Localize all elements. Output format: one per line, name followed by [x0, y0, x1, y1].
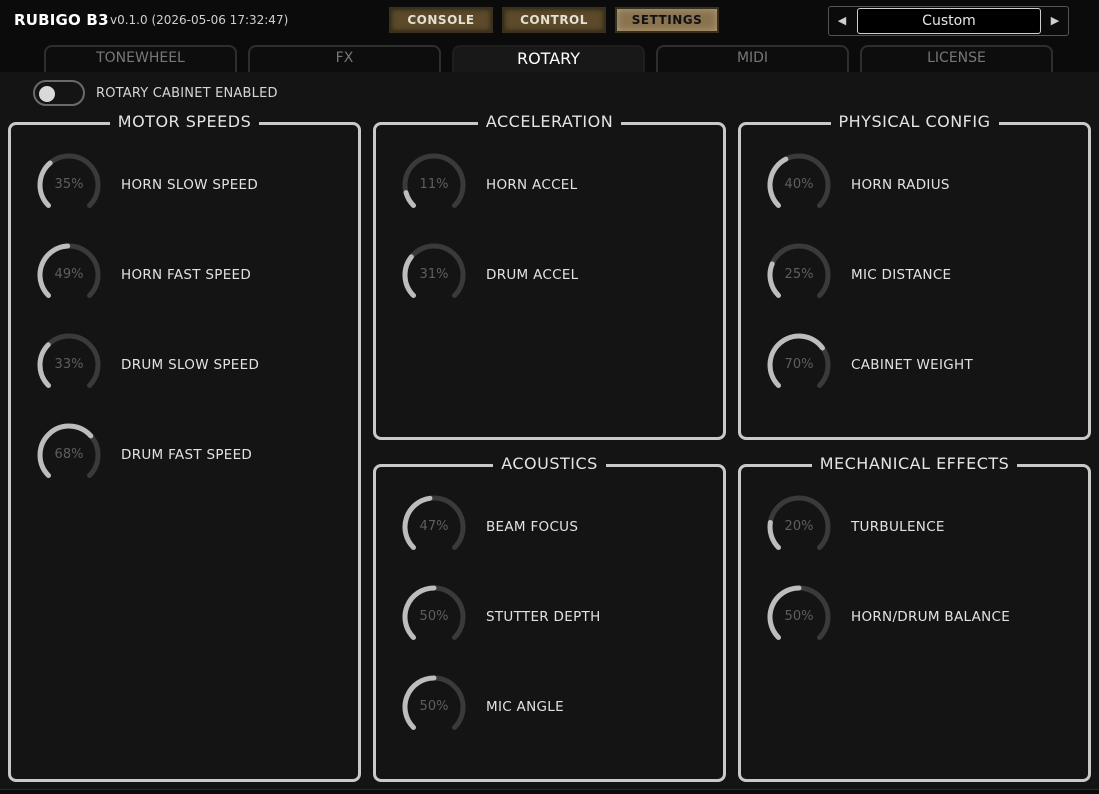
toggle-knob	[39, 86, 55, 102]
knob-label: MIC DISTANCE	[851, 267, 952, 283]
knob-row: 50% HORN/DRUM BALANCE	[767, 585, 1067, 649]
knob-label: DRUM SLOW SPEED	[121, 357, 260, 373]
tab-license[interactable]: LICENSE	[860, 45, 1053, 72]
app-name: RUBIGO B3	[14, 11, 109, 29]
preset-name[interactable]: Custom	[857, 8, 1041, 34]
panel-title: ACOUSTICS	[493, 454, 606, 473]
panel-acoustics: ACOUSTICS 47% BEAM FOCUS 50% STUTTER DEPTH 5…	[373, 454, 726, 782]
tab-fx[interactable]: FX	[248, 45, 441, 72]
knob-row: 35% HORN SLOW SPEED	[37, 153, 337, 217]
settings-button[interactable]: SETTINGS	[615, 7, 719, 33]
console-button[interactable]: CONSOLE	[389, 7, 493, 33]
knob-row: 11% HORN ACCEL	[402, 153, 702, 217]
knob-row: 50% MIC ANGLE	[402, 675, 702, 739]
knob-value: 68%	[54, 447, 84, 462]
knob-label: TURBULENCE	[851, 519, 945, 535]
knob-label: HORN RADIUS	[851, 177, 950, 193]
knob-label: HORN/DRUM BALANCE	[851, 609, 1011, 625]
knob-value: 47%	[419, 519, 449, 534]
knob-row: 40% HORN RADIUS	[767, 153, 1067, 217]
panel-title: MECHANICAL EFFECTS	[811, 454, 1018, 473]
knob-value: 33%	[54, 357, 84, 372]
control-button[interactable]: CONTROL	[502, 7, 606, 33]
knob-value: 20%	[784, 519, 814, 534]
knob-value: 35%	[54, 177, 84, 192]
knob-row: 49% HORN FAST SPEED	[37, 243, 337, 307]
panel-title: PHYSICAL CONFIG	[830, 112, 999, 131]
knob-row: 68% DRUM FAST SPEED	[37, 423, 337, 487]
rotary-enabled-label: ROTARY CABINET ENABLED	[96, 86, 278, 101]
rotary-enabled-toggle[interactable]	[33, 80, 85, 106]
knob-label: HORN SLOW SPEED	[121, 177, 259, 193]
tab-tonewheel[interactable]: TONEWHEEL	[44, 45, 237, 72]
knob-value: 49%	[54, 267, 84, 282]
knob-row: 33% DRUM SLOW SPEED	[37, 333, 337, 397]
panel-mechanical-effects: MECHANICAL EFFECTS 20% TURBULENCE 50% HORN/…	[738, 454, 1091, 782]
tab-rotary[interactable]: ROTARY	[452, 45, 645, 72]
bottom-edge	[0, 789, 1099, 794]
knob-row: 25% MIC DISTANCE	[767, 243, 1067, 307]
knob-row: 20% TURBULENCE	[767, 495, 1067, 559]
knob-label: HORN FAST SPEED	[121, 267, 252, 283]
tab-midi[interactable]: MIDI	[656, 45, 849, 72]
knob-row: 31% DRUM ACCEL	[402, 243, 702, 307]
knob-value: 50%	[419, 609, 449, 624]
knob-value: 31%	[419, 267, 449, 282]
knob-label: HORN ACCEL	[486, 177, 578, 193]
knob-label: DRUM FAST SPEED	[121, 447, 253, 463]
triangle-left-icon: ◀	[837, 14, 847, 27]
knob-value: 40%	[784, 177, 814, 192]
knob-value: 50%	[419, 699, 449, 714]
preset-prev-button[interactable]: ◀	[829, 7, 855, 35]
app-version: v0.1.0 (2026-05-06 17:32:47)	[110, 13, 289, 27]
knob-value: 70%	[784, 357, 814, 372]
knob-row: 70% CABINET WEIGHT	[767, 333, 1067, 397]
panel-acceleration: ACCELERATION 11% HORN ACCEL 31% DRUM ACCEL	[373, 112, 726, 440]
triangle-right-icon: ▶	[1050, 14, 1060, 27]
knob-label: MIC ANGLE	[486, 699, 564, 715]
panel-title: MOTOR SPEEDS	[109, 112, 260, 131]
panel-motor-speeds: MOTOR SPEEDS 35% HORN SLOW SPEED 49% HORN F…	[8, 112, 361, 782]
knob-value: 50%	[784, 609, 814, 624]
preset-next-button[interactable]: ▶	[1042, 7, 1068, 35]
knob-label: DRUM ACCEL	[486, 267, 579, 283]
knob-row: 50% STUTTER DEPTH	[402, 585, 702, 649]
preset-selector: ◀ Custom ▶	[828, 6, 1069, 36]
knob-value: 25%	[784, 267, 814, 282]
knob-row: 47% BEAM FOCUS	[402, 495, 702, 559]
knob-label: BEAM FOCUS	[486, 519, 579, 535]
knob-label: CABINET WEIGHT	[851, 357, 973, 373]
panel-physical-config: PHYSICAL CONFIG 40% HORN RADIUS 25% MIC DIS…	[738, 112, 1091, 440]
knob-label: STUTTER DEPTH	[486, 609, 601, 625]
knob-value: 11%	[419, 177, 449, 192]
panel-title: ACCELERATION	[477, 112, 622, 131]
